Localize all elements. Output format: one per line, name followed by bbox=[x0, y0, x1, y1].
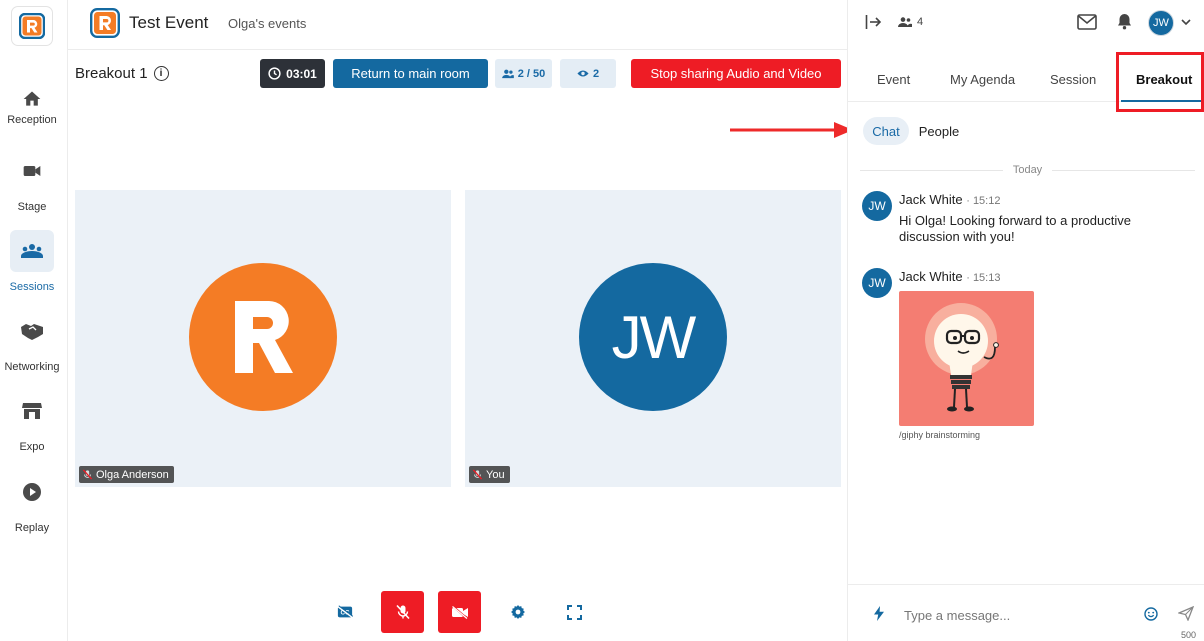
room-timer: 03:01 bbox=[260, 59, 325, 88]
store-icon bbox=[10, 390, 54, 432]
tab-event[interactable]: Event bbox=[877, 72, 910, 87]
event-organizer-link[interactable]: Olga's events bbox=[228, 16, 306, 31]
attendee-count-badge[interactable]: 4 bbox=[898, 16, 923, 28]
video-tile-you[interactable]: JW You bbox=[465, 190, 841, 487]
people-icon bbox=[501, 69, 514, 78]
annotation-arrow-icon bbox=[730, 122, 853, 138]
nav-label: Networking bbox=[4, 361, 60, 373]
lightning-icon[interactable] bbox=[874, 606, 884, 621]
message-header: Jack White · 15:13 bbox=[899, 269, 1001, 284]
clock-icon bbox=[268, 67, 281, 80]
subtab-people[interactable]: People bbox=[916, 117, 962, 145]
handshake-icon bbox=[10, 310, 54, 352]
message-avatar[interactable]: JW bbox=[862, 268, 892, 298]
message-time: 15:13 bbox=[972, 272, 1001, 284]
nav-item-reception[interactable]: Reception bbox=[0, 78, 64, 126]
participant-name-tag: Olga Anderson bbox=[79, 466, 174, 483]
room-title-text: Breakout 1 bbox=[75, 65, 148, 82]
tab-my-agenda[interactable]: My Agenda bbox=[950, 72, 1015, 87]
chevron-down-icon[interactable] bbox=[1181, 19, 1191, 26]
brand-logo-icon bbox=[235, 301, 293, 373]
event-title: Test Event bbox=[129, 13, 209, 32]
message-header: Jack White · 15:12 bbox=[899, 192, 1001, 207]
avatar-initials: JW bbox=[611, 303, 697, 371]
panel-top-bar: 4 JW bbox=[848, 0, 1204, 44]
video-camera-icon bbox=[10, 150, 54, 192]
message-avatar[interactable]: JW bbox=[862, 191, 892, 221]
app-logo-icon bbox=[19, 13, 45, 39]
emoji-icon[interactable] bbox=[1144, 607, 1158, 621]
subtab-chat[interactable]: Chat bbox=[863, 117, 909, 145]
message-text: Hi Olga! Looking forward to a productive… bbox=[899, 213, 1131, 244]
nav-label: Expo bbox=[19, 441, 45, 453]
day-divider-label: Today bbox=[1012, 164, 1043, 176]
mic-off-icon bbox=[395, 604, 410, 620]
participant-avatar: JW bbox=[579, 263, 727, 411]
stop-sharing-button[interactable]: Stop sharing Audio and Video bbox=[631, 59, 841, 88]
fullscreen-icon bbox=[567, 604, 582, 620]
giphy-caption: /giphy brainstorming bbox=[899, 430, 981, 440]
nav-item-expo[interactable]: Expo bbox=[0, 390, 64, 453]
group-icon bbox=[10, 230, 54, 272]
top-header: Test Event Olga's events bbox=[68, 0, 847, 50]
send-icon[interactable] bbox=[1178, 606, 1194, 621]
right-side-panel: 4 JW Event My Agenda Session Breakout Ch… bbox=[847, 0, 1204, 641]
timer-value: 03:01 bbox=[286, 66, 317, 81]
mic-muted-icon bbox=[82, 469, 93, 480]
settings-button[interactable] bbox=[496, 591, 539, 633]
annotation-highlight-box bbox=[1116, 52, 1204, 112]
nav-label: Replay bbox=[14, 522, 50, 534]
message-composer: 500 bbox=[848, 584, 1204, 641]
app-root: Reception Stage Sessions Networking Expo… bbox=[0, 0, 1204, 641]
participants-count: 2 / 50 bbox=[517, 67, 546, 80]
day-divider: Today bbox=[860, 163, 1196, 177]
attendee-count: 4 bbox=[917, 16, 924, 28]
participants-count-badge[interactable]: 2 / 50 bbox=[495, 59, 552, 88]
left-navigation: Reception Stage Sessions Networking Expo… bbox=[0, 0, 68, 641]
breakout-room-title: Breakout 1 i bbox=[75, 65, 169, 82]
bell-icon[interactable] bbox=[1117, 13, 1132, 30]
message-input[interactable] bbox=[904, 605, 1134, 625]
info-icon[interactable]: i bbox=[153, 66, 169, 81]
nav-label: Sessions bbox=[9, 281, 55, 293]
gear-icon bbox=[510, 605, 525, 619]
nav-item-stage[interactable]: Stage bbox=[0, 150, 64, 213]
camera-off-icon bbox=[450, 605, 468, 619]
people-icon bbox=[898, 17, 912, 27]
message-author[interactable]: Jack White bbox=[899, 192, 963, 207]
participant-name: You bbox=[486, 468, 505, 481]
microphone-toggle-button[interactable] bbox=[381, 591, 424, 633]
camera-toggle-button[interactable] bbox=[438, 591, 481, 633]
app-logo[interactable] bbox=[11, 6, 53, 46]
mic-muted-icon bbox=[472, 469, 483, 480]
user-initials: JW bbox=[1153, 17, 1169, 29]
user-avatar-menu[interactable]: JW bbox=[1148, 10, 1174, 36]
event-logo-icon bbox=[90, 8, 120, 38]
video-tile-olga[interactable]: Olga Anderson bbox=[75, 190, 451, 487]
nav-item-replay[interactable]: Replay bbox=[0, 471, 64, 534]
participant-name-tag: You bbox=[469, 466, 510, 483]
mail-icon[interactable] bbox=[1077, 14, 1097, 30]
play-circle-icon bbox=[10, 471, 54, 513]
character-count: 500 bbox=[1180, 630, 1196, 640]
participant-name: Olga Anderson bbox=[96, 468, 169, 481]
message-author[interactable]: Jack White bbox=[899, 269, 963, 284]
nav-item-networking[interactable]: Networking bbox=[0, 310, 64, 373]
lightbulb-character-icon bbox=[925, 303, 999, 412]
viewers-count: 2 bbox=[592, 67, 600, 80]
return-to-main-room-button[interactable]: Return to main room bbox=[333, 59, 488, 88]
nav-label: Reception bbox=[7, 114, 57, 126]
message-time: 15:12 bbox=[972, 195, 1001, 207]
nav-item-sessions[interactable]: Sessions bbox=[0, 230, 64, 293]
viewers-count-badge[interactable]: 2 bbox=[560, 59, 616, 88]
captions-off-icon: CC bbox=[336, 605, 353, 618]
tab-session[interactable]: Session bbox=[1050, 72, 1096, 87]
collapse-panel-icon[interactable] bbox=[865, 14, 882, 30]
eye-icon bbox=[577, 70, 589, 77]
nav-label: Stage bbox=[17, 201, 47, 213]
fullscreen-button[interactable] bbox=[553, 591, 596, 633]
participant-avatar bbox=[189, 263, 337, 411]
captions-toggle-button[interactable]: CC bbox=[323, 591, 366, 633]
giphy-image[interactable] bbox=[899, 291, 1034, 426]
